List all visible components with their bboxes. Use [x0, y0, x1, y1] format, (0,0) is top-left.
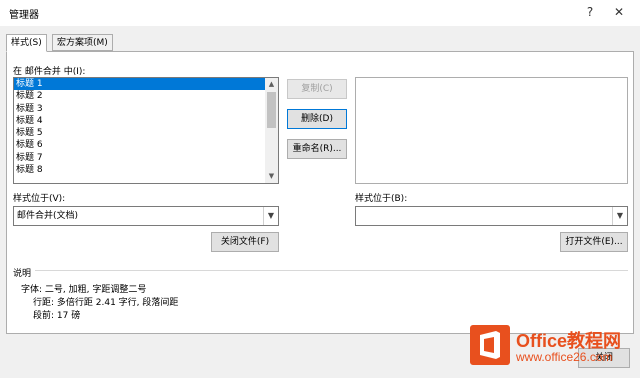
- chevron-down-icon[interactable]: ▼: [612, 207, 627, 225]
- list-item[interactable]: 标题 8: [14, 164, 265, 176]
- list-item[interactable]: 标题 5: [14, 127, 265, 139]
- chevron-down-icon[interactable]: ▼: [263, 207, 278, 225]
- left-location-label: 样式位于(V):: [13, 194, 66, 204]
- watermark-url: www.office26.com: [516, 350, 613, 364]
- tab-macro-project-items[interactable]: 宏方案项(M): [52, 34, 113, 51]
- tab-styles[interactable]: 样式(S): [6, 34, 47, 52]
- description-line: 段前: 17 磅: [33, 311, 81, 321]
- right-location-select[interactable]: ▼: [355, 206, 628, 226]
- office-logo-icon: [470, 325, 510, 365]
- list-item[interactable]: 标题 1: [14, 78, 265, 91]
- target-styles-listbox[interactable]: [355, 77, 628, 184]
- description-line: 行距: 多倍行距 2.41 字行, 段落间距: [33, 298, 179, 308]
- close-icon[interactable]: ✕: [609, 3, 629, 21]
- list-item[interactable]: 标题 2: [14, 90, 265, 102]
- delete-button[interactable]: 删除(D): [287, 109, 347, 129]
- open-file-button[interactable]: 打开文件(E)...: [560, 232, 628, 252]
- list-item[interactable]: 标题 4: [14, 115, 265, 127]
- close-file-button[interactable]: 关闭文件(F): [211, 232, 279, 252]
- rename-button[interactable]: 重命名(R)...: [287, 139, 347, 159]
- list-item[interactable]: 标题 3: [14, 103, 265, 115]
- description-heading: 说明: [13, 269, 32, 279]
- right-location-label: 样式位于(B):: [355, 194, 408, 204]
- title-bar: [0, 0, 640, 26]
- styles-listbox[interactable]: 标题 1 标题 2 标题 3 标题 4 标题 5 标题 6 标题 7 标题 8 …: [13, 77, 279, 184]
- list-item[interactable]: 标题 6: [14, 139, 265, 151]
- watermark-logo: Office教程网 www.office26.com: [470, 323, 640, 378]
- left-location-value: 邮件合并(文档): [17, 211, 79, 221]
- scroll-up-icon[interactable]: ▲: [265, 78, 278, 91]
- description-line: 字体: 二号, 加粗, 字距调整二号: [21, 285, 147, 295]
- list-scrollbar[interactable]: ▲ ▼: [265, 78, 278, 183]
- scroll-down-icon[interactable]: ▼: [265, 170, 278, 183]
- window-title: 管理器: [9, 10, 39, 21]
- copy-button[interactable]: 复制(C): [287, 79, 347, 99]
- description-divider: [35, 270, 628, 271]
- scroll-thumb[interactable]: [267, 92, 276, 128]
- help-button[interactable]: ?: [580, 3, 600, 21]
- list-item[interactable]: 标题 7: [14, 152, 265, 164]
- in-document-label: 在 邮件合并 中(I):: [13, 67, 86, 77]
- left-location-select[interactable]: 邮件合并(文档) ▼: [13, 206, 279, 226]
